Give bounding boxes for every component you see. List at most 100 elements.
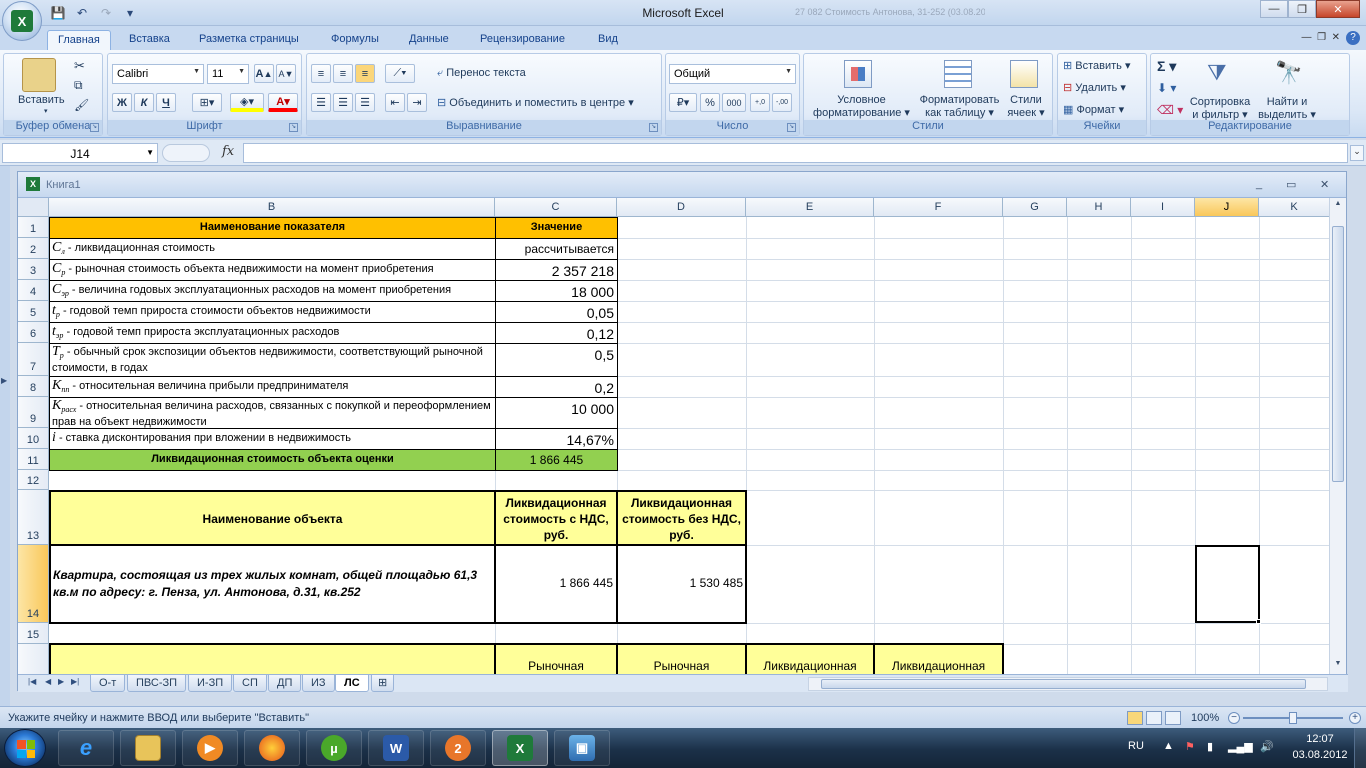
scroll-up-icon[interactable]: ▲ [1332, 200, 1344, 212]
table1-total-value[interactable]: 1 866 445 [495, 449, 618, 471]
fill-color-icon[interactable]: ◈▾ [230, 93, 264, 112]
table3-header-name[interactable] [49, 643, 496, 674]
expand-arrow-icon[interactable]: ▶ [1, 376, 7, 385]
row-header-15[interactable]: 15 [18, 623, 49, 644]
taskbar-picture-viewer[interactable]: ▣ [554, 730, 610, 766]
table1-row-value[interactable]: 0,12 [495, 322, 618, 344]
align-top-icon[interactable]: ≡ [311, 64, 331, 83]
table1-row-label[interactable]: Kрасх - относительная величина расходов,… [49, 397, 496, 429]
tab-page-layout[interactable]: Разметка страницы [189, 30, 309, 50]
help-icon[interactable]: ? [1346, 31, 1360, 45]
percent-button[interactable]: % [700, 93, 720, 112]
fill-handle[interactable] [1256, 619, 1261, 624]
table1-row-value[interactable]: 14,67% [495, 428, 618, 450]
action-center-icon[interactable]: ⚑ [1185, 740, 1195, 753]
row-header-13[interactable]: 13 [18, 490, 49, 545]
network-icon[interactable]: ▂▄▆ [1228, 740, 1253, 753]
column-header-b[interactable]: B [49, 198, 495, 217]
new-sheet-icon[interactable]: ⊞ [371, 675, 395, 692]
cell-styles-icon[interactable] [1010, 60, 1038, 88]
row-header-10[interactable]: 10 [18, 428, 49, 449]
taskbar-ie[interactable]: e [58, 730, 114, 766]
zoom-slider[interactable] [1243, 712, 1343, 724]
table3-header-e[interactable]: Ликвидационная [745, 643, 875, 674]
taskbar-firefox[interactable] [244, 730, 300, 766]
clear-icon[interactable]: ⌫ ▾ [1157, 103, 1183, 117]
bold-button[interactable]: Ж [112, 93, 132, 112]
table2-header-with-vat[interactable]: Ликвидационная стоимость с НДС, руб. [494, 490, 618, 546]
worksheet-grid[interactable]: B C D E F G H I J K 1 2 3 4 5 6 7 8 9 10… [18, 198, 1330, 674]
row-header-4[interactable]: 4 [18, 280, 49, 301]
window-controls-inner[interactable]: — ❐ ✕ [1302, 32, 1340, 43]
row-header-3[interactable]: 3 [18, 259, 49, 280]
clipboard-launcher-icon[interactable]: ↘ [90, 123, 99, 132]
fill-icon[interactable]: ⬇ ▾ [1157, 81, 1176, 95]
table1-row-label[interactable]: Cл - ликвидационная стоимость [49, 238, 496, 260]
row-header-14[interactable]: 14 [18, 545, 49, 623]
column-header-f[interactable]: F [874, 198, 1003, 217]
format-cells-button[interactable]: ▦ Формат ▾ [1063, 103, 1124, 116]
underline-button[interactable]: Ч [156, 93, 176, 112]
prev-sheet-icon[interactable]: ◀ [45, 677, 51, 686]
taskbar-word[interactable]: W [368, 730, 424, 766]
shrink-font-icon[interactable]: A ▼ [276, 64, 296, 83]
sort-filter-button[interactable]: Сортировка и фильтр ▾ [1185, 96, 1255, 122]
sheet-tab-active[interactable]: ЛС [335, 675, 369, 692]
table1-row-label[interactable]: Cр - рыночная стоимость объекта недвижим… [49, 259, 496, 281]
font-color-icon[interactable]: A▾ [268, 93, 298, 112]
table1-row-value[interactable]: 0,05 [495, 301, 618, 323]
column-header-h[interactable]: H [1067, 198, 1131, 217]
clock-time[interactable]: 12:07 [1300, 733, 1340, 745]
zoom-in-icon[interactable]: + [1349, 712, 1361, 724]
select-all-corner[interactable] [18, 198, 49, 217]
find-select-button[interactable]: Найти и выделить ▾ [1257, 96, 1317, 122]
tab-view[interactable]: Вид [588, 30, 628, 50]
cut-icon[interactable]: ✂ [74, 58, 85, 74]
table1-row-value[interactable]: 2 357 218 [495, 259, 618, 281]
workbook-minimize-button[interactable]: _ [1256, 178, 1262, 190]
increase-decimal-icon[interactable]: +,0 [750, 93, 770, 112]
insert-cells-button[interactable]: ⊞ Вставить ▾ [1063, 59, 1131, 72]
zoom-level[interactable]: 100% [1191, 712, 1219, 724]
row-header-16[interactable] [18, 644, 49, 674]
row-header-2[interactable]: 2 [18, 238, 49, 259]
align-bottom-icon[interactable]: ≡ [355, 64, 375, 83]
sheet-tab[interactable]: И-ЗП [188, 675, 233, 692]
language-indicator[interactable]: RU [1128, 740, 1144, 752]
align-right-icon[interactable]: ☰ [355, 93, 375, 112]
table2-header-without-vat[interactable]: Ликвидационная стоимость без НДС, руб. [616, 490, 747, 546]
active-cell-j14[interactable] [1195, 545, 1261, 624]
conditional-format-icon[interactable] [844, 60, 872, 88]
align-center-icon[interactable]: ☰ [333, 93, 353, 112]
clock-date[interactable]: 03.08.2012 [1285, 749, 1355, 761]
formula-input[interactable] [243, 143, 1348, 163]
normal-view-icon[interactable] [1127, 711, 1143, 725]
taskbar-app[interactable]: 2 [430, 730, 486, 766]
sheet-tab[interactable]: ДП [268, 675, 302, 692]
zoom-slider-knob[interactable] [1289, 712, 1297, 724]
sheet-tab[interactable]: О-т [90, 675, 126, 692]
page-break-view-icon[interactable] [1165, 711, 1181, 725]
sheet-tab[interactable]: СП [233, 675, 267, 692]
decrease-indent-icon[interactable]: ⇤ [385, 93, 405, 112]
sheet-tab[interactable]: ПВС-ЗП [127, 675, 187, 692]
table1-row-label[interactable]: tэр - годовой темп прироста эксплуатацио… [49, 322, 496, 344]
table1-row-label[interactable]: tр - годовой темп прироста стоимости объ… [49, 301, 496, 323]
sheet-tab[interactable]: ИЗ [302, 675, 335, 692]
workbook-close-button[interactable]: ✕ [1320, 178, 1329, 191]
column-header-i[interactable]: I [1131, 198, 1195, 217]
number-launcher-icon[interactable]: ↘ [787, 123, 796, 132]
vertical-scroll-thumb[interactable] [1332, 226, 1344, 482]
volume-icon[interactable]: 🔊 [1260, 740, 1274, 753]
tab-data[interactable]: Данные [399, 30, 459, 50]
row-header-1[interactable]: 1 [18, 217, 49, 238]
table1-row-value[interactable]: 10 000 [495, 397, 618, 429]
table1-header-name[interactable]: Наименование показателя [49, 217, 496, 239]
tab-review[interactable]: Рецензирование [470, 30, 575, 50]
sort-filter-icon[interactable]: ⧩ [1207, 60, 1227, 86]
table1-row-value[interactable]: 0,5 [495, 343, 618, 377]
conditional-format-button[interactable]: Условное форматирование ▾ [804, 94, 919, 120]
tab-insert[interactable]: Вставка [119, 30, 180, 50]
tray-expand-icon[interactable]: ▲ [1163, 740, 1174, 752]
table1-row-value[interactable]: 0,2 [495, 376, 618, 398]
